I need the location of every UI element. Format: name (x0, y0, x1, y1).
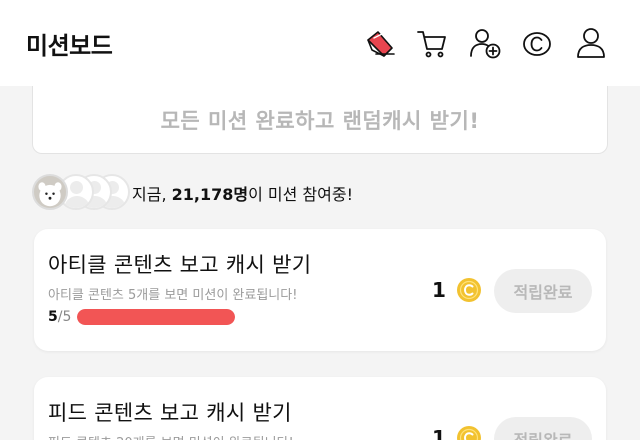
cash-coin-icon[interactable] (520, 26, 554, 60)
mission-title: 아티클 콘텐츠 보고 캐시 받기 (48, 253, 312, 277)
participant-text: 지금, 21,178명이 미션 참여중! (132, 185, 353, 204)
participant-count: 21,178명 (171, 185, 249, 204)
coin-icon (456, 278, 481, 302)
progress-fill (77, 309, 236, 325)
participant-counter: 지금, 21,178명이 미션 참여중! (32, 172, 612, 212)
add-user-icon[interactable] (468, 26, 502, 60)
profile-icon[interactable] (574, 26, 608, 60)
reward-amount: 1 (432, 426, 446, 440)
reward-amount: 1 (432, 278, 446, 302)
progress-bar (77, 309, 236, 325)
progress-total: 5 (62, 309, 72, 325)
page-title: 미션보드 (26, 32, 113, 60)
app-header: 미션보드 (0, 0, 640, 86)
mission-card[interactable]: 아티클 콘텐츠 보고 캐시 받기 아티클 콘텐츠 5개를 보면 미션이 완료됩니… (34, 229, 606, 351)
banner-text: 모든 미션 완료하고 랜덤캐시 받기! (160, 108, 480, 133)
mission-reward: 1 (432, 425, 482, 440)
coin-icon (456, 426, 481, 440)
mission-title: 피드 콘텐츠 보고 캐시 받기 (48, 401, 292, 425)
claim-complete-button[interactable]: 적립완료 (494, 417, 592, 440)
mission-card[interactable]: 피드 콘텐츠 보고 캐시 받기 피드 콘텐츠 20개를 보면 미션이 완료됩니다… (34, 377, 606, 440)
eraser-icon[interactable] (362, 26, 396, 60)
mission-reward: 1 (432, 277, 482, 303)
mission-description: 아티클 콘텐츠 5개를 보면 미션이 완료됩니다! (48, 288, 298, 303)
claim-complete-button[interactable]: 적립완료 (494, 269, 592, 313)
avatar-dog-photo (32, 174, 68, 210)
cart-icon[interactable] (415, 26, 449, 60)
progress-current: 5 (48, 309, 58, 325)
random-cash-banner[interactable]: 모든 미션 완료하고 랜덤캐시 받기! (32, 86, 608, 154)
mission-progress: 5/5 (48, 309, 236, 325)
mission-description: 피드 콘텐츠 20개를 보면 미션이 완료됩니다! (48, 432, 294, 440)
